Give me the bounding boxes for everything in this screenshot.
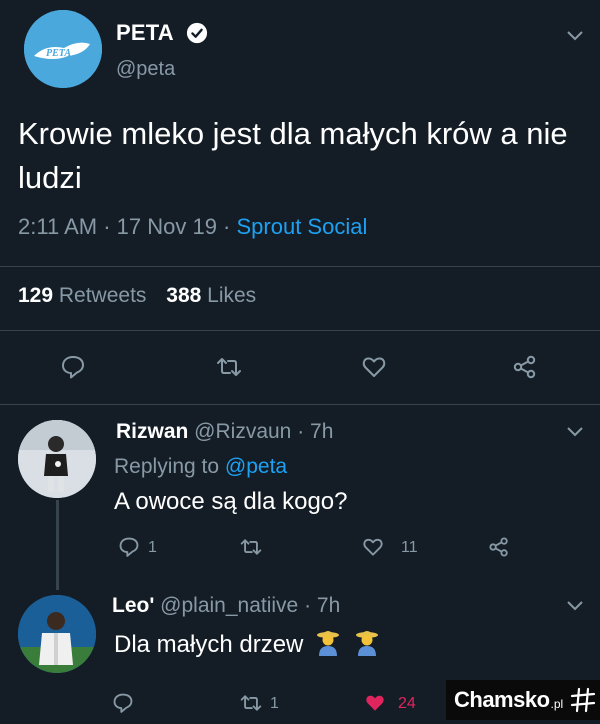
replying-to-label: Replying to	[114, 455, 225, 478]
verified-badge-icon	[186, 22, 208, 44]
tweet-metadata: 2:11 AM · 17 Nov 19 · Sprout Social	[18, 214, 367, 240]
like-count: 24	[398, 695, 416, 712]
divider	[0, 266, 600, 267]
reply-avatar[interactable]	[18, 420, 96, 498]
avatar-photo	[18, 595, 96, 673]
divider	[0, 330, 600, 331]
share-icon[interactable]	[488, 536, 510, 558]
retweet-icon[interactable]	[216, 354, 242, 380]
tweet-timestamp[interactable]: 2:11 AM · 17 Nov 19 ·	[18, 214, 236, 239]
likes-stat[interactable]: 388 Likes	[166, 284, 256, 307]
thread-line	[56, 500, 59, 590]
author-handle[interactable]: @peta	[116, 58, 175, 81]
retweet-icon[interactable]	[240, 536, 262, 558]
reply-avatar[interactable]	[18, 595, 96, 673]
retweets-count: 129	[18, 284, 54, 307]
farmer-emoji-icon	[317, 631, 340, 656]
replying-to: Replying to @peta	[114, 455, 287, 479]
retweet-icon[interactable]	[240, 692, 262, 714]
like-count: 11	[401, 539, 418, 556]
replying-to-handle[interactable]: @peta	[225, 455, 287, 478]
watermark: Chamsko .pl	[446, 680, 600, 720]
reply-count: 1	[148, 539, 157, 556]
reply-icon[interactable]	[60, 354, 86, 380]
reply-icon[interactable]	[112, 692, 134, 714]
reply-text-row: Dla małych drzew	[114, 628, 381, 659]
chevron-down-icon[interactable]	[566, 30, 584, 42]
reply-text: A owoce są dla kogo?	[114, 488, 348, 515]
like-icon[interactable]	[361, 354, 387, 380]
author-avatar[interactable]: PETA	[24, 10, 102, 88]
likes-label: Likes	[201, 284, 257, 307]
tweet-stats: 129 Retweets 388 Likes	[18, 284, 256, 308]
retweets-stat[interactable]: 129 Retweets	[18, 284, 146, 307]
hash-icon	[571, 687, 596, 713]
retweets-label: Retweets	[53, 284, 147, 307]
chevron-down-icon[interactable]	[566, 600, 584, 612]
watermark-text: Chamsko	[454, 687, 550, 712]
reply-handle-time[interactable]: @plain_natiive · 7h	[154, 594, 340, 617]
watermark-suffix: .pl	[550, 697, 564, 711]
chevron-down-icon[interactable]	[566, 426, 584, 438]
peta-logo: PETA	[24, 10, 102, 88]
author-name[interactable]: PETA	[116, 20, 174, 46]
peta-logo-text: PETA	[46, 48, 71, 59]
retweet-count: 1	[270, 695, 279, 712]
tweet-source-link[interactable]: Sprout Social	[236, 214, 367, 239]
like-icon[interactable]	[362, 536, 384, 558]
reply-handle-time[interactable]: @Rizvaun · 7h	[188, 420, 333, 443]
likes-count: 388	[166, 284, 202, 307]
reply-text: Dla małych drzew	[114, 631, 304, 658]
share-icon[interactable]	[512, 354, 538, 380]
reply-author-name[interactable]: Leo'	[112, 594, 154, 617]
reply-header: Rizwan @Rizvaun · 7h	[116, 420, 333, 444]
liked-heart-icon[interactable]	[364, 692, 386, 714]
reply-icon[interactable]	[118, 536, 140, 558]
tweet-text: Krowie mleko jest dla małych krów a nie …	[18, 116, 568, 195]
avatar-photo	[18, 420, 96, 498]
reply-author-name[interactable]: Rizwan	[116, 420, 188, 443]
reply-header: Leo' @plain_natiive · 7h	[112, 594, 340, 618]
farmer-emoji-icon	[355, 631, 378, 656]
divider	[0, 404, 600, 405]
